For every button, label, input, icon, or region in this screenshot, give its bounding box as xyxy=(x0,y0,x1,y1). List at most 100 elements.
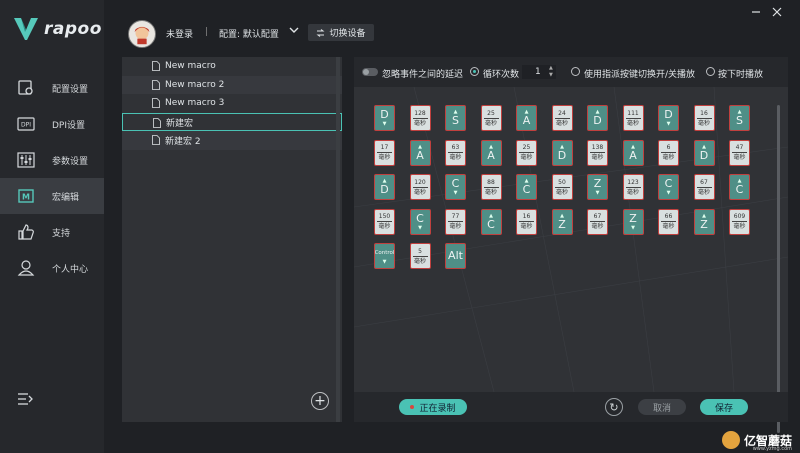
key-label: Z xyxy=(629,211,637,225)
delay-event[interactable]: 25 毫秒 xyxy=(516,139,537,166)
delay-event[interactable]: 25 毫秒 xyxy=(480,105,502,131)
key-label: A xyxy=(522,114,531,127)
key-event[interactable]: ▲ D xyxy=(587,105,608,131)
hold-play-radio[interactable] xyxy=(706,67,715,76)
sidebar-item-macro[interactable]: M 宏编辑 xyxy=(0,178,104,214)
key-event[interactable]: D ▼ xyxy=(658,105,679,131)
reset-button[interactable]: ↻ xyxy=(605,398,623,416)
delay-event[interactable]: 77 毫秒 xyxy=(445,208,466,235)
delay-event[interactable]: 47 毫秒 xyxy=(729,139,750,166)
delay-event[interactable]: 111 毫秒 xyxy=(622,105,644,131)
key-event[interactable]: C ▼ xyxy=(658,174,679,200)
save-button[interactable]: 保存 xyxy=(700,399,748,415)
delay-value: 111 xyxy=(627,109,639,117)
cancel-button[interactable]: 取消 xyxy=(638,399,686,415)
sidebar-item-dpi[interactable]: DPI DPI设置 xyxy=(0,106,104,142)
sidebar-item-label: 配置设置 xyxy=(52,84,89,95)
record-label: 正在录制 xyxy=(419,403,456,414)
key-event[interactable]: ▲ C xyxy=(729,174,750,200)
toggle-play-radio[interactable] xyxy=(571,67,580,76)
sidebar-item-config[interactable]: 配置设置 xyxy=(0,70,104,106)
key-event[interactable]: ▲ D xyxy=(551,139,573,166)
delay-event[interactable]: 5 毫秒 xyxy=(409,243,431,269)
delay-event[interactable]: 138 毫秒 xyxy=(587,139,608,166)
macro-item[interactable]: New macro 3 xyxy=(122,94,342,113)
key-event[interactable]: ▲ D xyxy=(374,174,395,200)
macro-item-label: New macro xyxy=(165,61,216,72)
delay-event[interactable]: 67 毫秒 xyxy=(587,208,608,235)
macro-item-label: New macro 2 xyxy=(165,79,225,90)
delay-event[interactable]: 609 毫秒 xyxy=(729,208,750,235)
macro-item-selected[interactable]: 新建宏 xyxy=(122,112,342,132)
collapse-menu-icon[interactable] xyxy=(16,390,34,408)
key-label: D xyxy=(593,114,602,127)
config-selector[interactable]: 配置: 默认配置 xyxy=(219,27,279,40)
minimize-icon[interactable] xyxy=(750,6,762,18)
delay-value: 6 xyxy=(666,144,671,151)
sidebar-item-profile[interactable]: 个人中心 xyxy=(0,250,104,286)
ignore-delay-toggle[interactable] xyxy=(362,68,378,76)
key-event[interactable]: Z ▼ xyxy=(587,174,608,200)
key-event[interactable]: ▲ S xyxy=(729,105,750,131)
key-event[interactable]: ▲ A xyxy=(480,139,502,166)
delay-event[interactable]: 24 毫秒 xyxy=(551,105,573,131)
macro-item-label: New macro 3 xyxy=(165,98,225,109)
editor-footer: 正在录制 ↻ 取消 保存 xyxy=(354,392,788,422)
editor-scrollbar[interactable] xyxy=(777,105,780,433)
login-link[interactable]: 未登录 xyxy=(166,27,193,40)
key-event[interactable]: ▲ A xyxy=(409,139,431,166)
key-event[interactable]: ▲ D xyxy=(693,139,715,166)
loop-stepper[interactable]: ▲ ▼ xyxy=(549,65,556,79)
switch-device-button[interactable]: 切换设备 xyxy=(308,24,374,41)
delay-event[interactable]: 6 毫秒 xyxy=(658,139,679,166)
key-event[interactable]: ▲ Z xyxy=(693,208,715,235)
key-down-arrow-icon: ▼ xyxy=(453,190,458,196)
key-event[interactable]: C ▼ xyxy=(409,208,431,235)
macro-item[interactable]: New macro xyxy=(122,57,342,76)
key-event[interactable]: C ▼ xyxy=(445,174,466,200)
key-event[interactable]: Control ▼ xyxy=(374,243,395,269)
delay-unit: 毫秒 xyxy=(449,223,462,230)
delay-event[interactable]: 123 毫秒 xyxy=(622,174,644,200)
key-label: Z xyxy=(593,177,602,190)
delay-event[interactable]: 88 毫秒 xyxy=(480,174,502,200)
key-event[interactable]: ▲ S xyxy=(445,105,466,131)
delay-value: 88 xyxy=(487,178,495,186)
record-button[interactable]: 正在录制 xyxy=(399,399,467,415)
key-event[interactable]: Alt xyxy=(445,243,466,269)
close-icon[interactable] xyxy=(771,6,783,18)
delay-event[interactable]: 63 毫秒 xyxy=(445,139,466,166)
delay-unit: 毫秒 xyxy=(626,188,639,196)
add-macro-button[interactable]: + xyxy=(311,392,329,410)
sidebar-item-support[interactable]: 支持 xyxy=(0,214,104,250)
key-event[interactable]: ▲ Z xyxy=(551,208,573,235)
delay-event[interactable]: 150 毫秒 xyxy=(374,208,395,235)
delay-unit: 毫秒 xyxy=(626,119,639,127)
chevron-down-icon[interactable] xyxy=(289,25,299,35)
key-event[interactable]: ▲ C xyxy=(480,208,502,235)
key-event[interactable]: ▲ A xyxy=(516,105,537,131)
macro-item[interactable]: 新建宏 2 xyxy=(122,131,342,150)
macro-item[interactable]: New macro 2 xyxy=(122,75,342,95)
loop-radio[interactable] xyxy=(470,67,479,76)
delay-event[interactable]: 17 毫秒 xyxy=(374,139,395,166)
key-event[interactable]: ▲ A xyxy=(622,139,644,166)
delay-unit: 毫秒 xyxy=(591,154,604,161)
key-event[interactable]: ▲ C xyxy=(516,174,537,200)
macro-list-scrollbar[interactable] xyxy=(336,57,340,422)
delay-event[interactable]: 16 毫秒 xyxy=(516,208,537,235)
delay-event[interactable]: 67 毫秒 xyxy=(693,174,715,200)
key-event[interactable]: Z ▼ xyxy=(622,208,644,235)
avatar[interactable] xyxy=(128,20,156,48)
delay-unit: 毫秒 xyxy=(733,223,746,230)
delay-event[interactable]: 120 毫秒 xyxy=(409,174,431,200)
refresh-icon: ↻ xyxy=(609,400,619,414)
delay-event[interactable]: 128 毫秒 xyxy=(409,105,431,131)
delay-event[interactable]: 50 毫秒 xyxy=(551,174,573,200)
delay-event[interactable]: 66 毫秒 xyxy=(658,208,679,235)
thumbs-up-icon xyxy=(16,222,36,242)
key-event[interactable]: D ▼ xyxy=(374,105,395,131)
sidebar-item-params[interactable]: 参数设置 xyxy=(0,142,104,178)
delay-event[interactable]: 16 毫秒 xyxy=(693,105,715,131)
macro-list: New macro New macro 2 New macro 3 新建宏 新建… xyxy=(122,57,342,422)
